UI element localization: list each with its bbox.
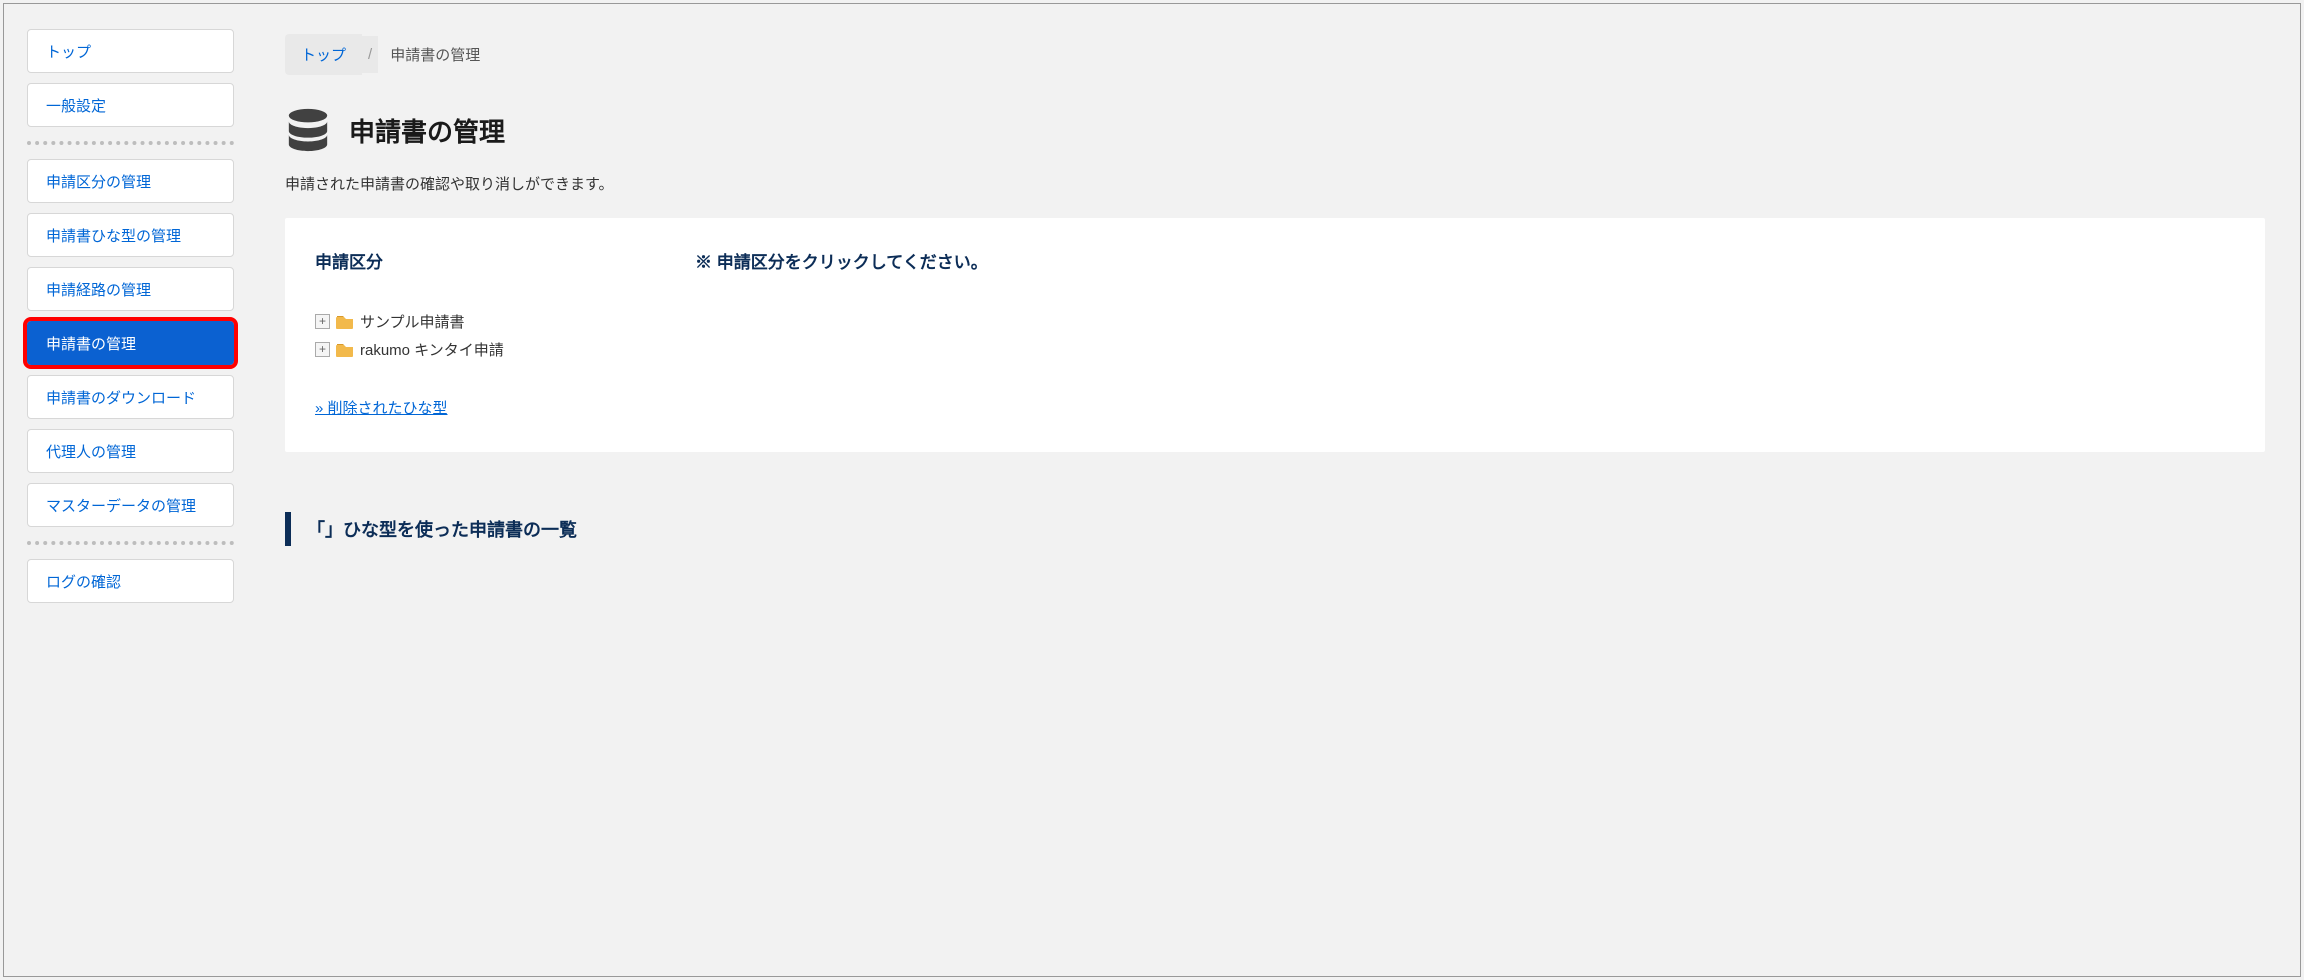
- sidebar-item-label: 申請書のダウンロード: [46, 387, 196, 408]
- sidebar-item-label: 代理人の管理: [46, 441, 136, 462]
- sidebar-item-top[interactable]: トップ: [27, 29, 234, 73]
- sidebar-item-label: ログの確認: [46, 571, 121, 592]
- breadcrumb-separator: /: [362, 36, 378, 73]
- page-header: 申請書の管理: [285, 107, 2265, 153]
- folder-icon: [336, 342, 354, 357]
- page-title: 申請書の管理: [349, 112, 505, 149]
- breadcrumb-current: 申請書の管理: [378, 34, 496, 75]
- tree-item-label: サンプル申請書: [360, 311, 465, 332]
- main-content: トップ / 申請書の管理 申請書の管理 申請された申請書の確認や取り消しができま…: [257, 4, 2300, 976]
- sidebar-item-proxy-mgmt[interactable]: 代理人の管理: [27, 429, 234, 473]
- expand-icon[interactable]: +: [315, 342, 330, 357]
- sidebar-item-download[interactable]: 申請書のダウンロード: [27, 375, 234, 419]
- sidebar-item-label: 申請書ひな型の管理: [46, 225, 181, 246]
- sidebar-item-route-mgmt[interactable]: 申請経路の管理: [27, 267, 234, 311]
- breadcrumb-root-link[interactable]: トップ: [285, 34, 362, 75]
- sidebar-item-master-data[interactable]: マスターデータの管理: [27, 483, 234, 527]
- folder-icon: [336, 314, 354, 329]
- sidebar-item-general-settings[interactable]: 一般設定: [27, 83, 234, 127]
- instruction-text: ※ 申請区分をクリックしてください。: [695, 248, 988, 273]
- sidebar-item-label: 申請経路の管理: [46, 279, 151, 300]
- expand-icon[interactable]: +: [315, 314, 330, 329]
- sidebar-item-label: 申請区分の管理: [46, 171, 151, 192]
- sidebar: トップ 一般設定 申請区分の管理 申請書ひな型の管理 申請経路の管理 申請書の管…: [4, 4, 257, 976]
- sidebar-item-label: 一般設定: [46, 95, 106, 116]
- list-heading: 「」ひな型を使った申請書の一覧: [285, 512, 2265, 546]
- sidebar-item-category-mgmt[interactable]: 申請区分の管理: [27, 159, 234, 203]
- tree-item[interactable]: + サンプル申請書: [315, 307, 2235, 335]
- section-title: 申請区分: [315, 248, 655, 273]
- sidebar-item-label: トップ: [46, 41, 91, 62]
- database-icon: [285, 107, 331, 153]
- category-tree: + サンプル申請書 + rakumo キンタイ申請: [315, 307, 2235, 363]
- page-description: 申請された申請書の確認や取り消しができます。: [285, 173, 2265, 194]
- sidebar-item-label: 申請書の管理: [46, 333, 136, 354]
- sidebar-item-label: マスターデータの管理: [46, 495, 196, 516]
- sidebar-separator: [27, 541, 234, 545]
- breadcrumb: トップ / 申請書の管理: [285, 34, 2265, 75]
- sidebar-item-application-mgmt[interactable]: 申請書の管理: [27, 321, 234, 365]
- deleted-templates-link[interactable]: » 削除されたひな型: [315, 397, 448, 418]
- tree-item-label: rakumo キンタイ申請: [360, 339, 504, 360]
- sidebar-separator: [27, 141, 234, 145]
- tree-item[interactable]: + rakumo キンタイ申請: [315, 335, 2235, 363]
- sidebar-item-log[interactable]: ログの確認: [27, 559, 234, 603]
- sidebar-item-template-mgmt[interactable]: 申請書ひな型の管理: [27, 213, 234, 257]
- category-panel: 申請区分 ※ 申請区分をクリックしてください。 + サンプル申請書 +: [285, 218, 2265, 452]
